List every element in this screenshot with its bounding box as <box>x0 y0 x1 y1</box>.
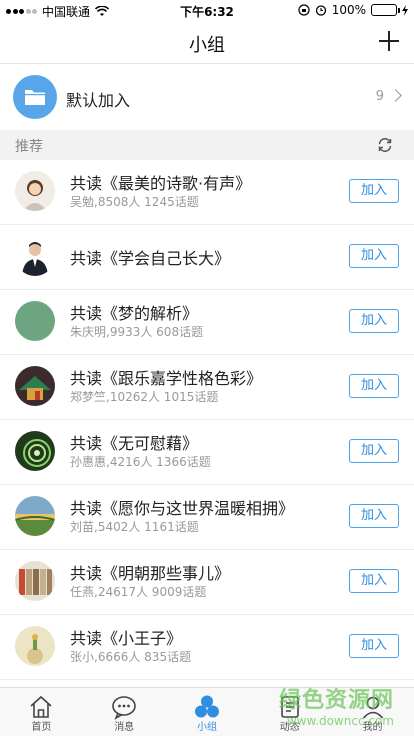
home-icon <box>30 695 52 718</box>
group-title: 共读《跟乐嘉学性格色彩》 <box>70 369 263 388</box>
nav-bar: 小组 <box>0 20 414 64</box>
refresh-icon[interactable] <box>376 136 394 154</box>
group-icon <box>194 695 219 718</box>
tab-messages[interactable]: 消息 <box>83 688 166 736</box>
join-button[interactable]: 加入 <box>349 309 399 333</box>
join-button[interactable]: 加入 <box>349 504 399 528</box>
avatar <box>15 496 55 536</box>
list-item[interactable]: 共读《学会自己长大》 加入 <box>0 225 414 290</box>
group-list: 共读《最美的诗歌·有声》 吴勉,8508人 1245话题 加入 共读《学会自己长… <box>0 160 414 680</box>
avatar <box>15 561 55 601</box>
join-button[interactable]: 加入 <box>349 374 399 398</box>
list-item[interactable]: 共读《无可慰藉》 孙惠惠,4216人 1366话题 加入 <box>0 420 414 485</box>
group-meta: 任燕,24617人 9009话题 <box>70 585 207 599</box>
page-title: 小组 <box>189 35 225 56</box>
list-item[interactable]: 共读《明朝那些事儿》 任燕,24617人 9009话题 加入 <box>0 550 414 615</box>
tab-feed[interactable]: 动态 <box>248 688 331 736</box>
status-bar: 中国联通 下午6:32 100% <box>0 0 414 20</box>
tab-label: 动态 <box>279 722 300 733</box>
tab-label: 小组 <box>196 722 217 733</box>
group-meta: 刘苗,5402人 1161话题 <box>70 520 199 534</box>
join-button[interactable]: 加入 <box>349 569 399 593</box>
tab-groups[interactable]: 小组 <box>166 688 249 736</box>
list-item[interactable]: 共读《愿你与这世界温暖相拥》 刘苗,5402人 1161话题 加入 <box>0 485 414 550</box>
group-title: 共读《小王子》 <box>70 629 183 648</box>
charging-icon <box>402 4 408 16</box>
default-joined-count: 9 <box>375 89 384 104</box>
tab-profile[interactable]: 我的 <box>331 688 414 736</box>
section-label: 推荐 <box>15 139 43 155</box>
list-item[interactable]: 共读《跟乐嘉学性格色彩》 郑梦竺,10262人 1015话题 加入 <box>0 355 414 420</box>
group-meta: 吴勉,8508人 1245话题 <box>70 195 199 209</box>
tab-label: 我的 <box>362 722 383 733</box>
group-meta: 孙惠惠,4216人 1366话题 <box>70 455 211 469</box>
group-title: 共读《无可慰藉》 <box>70 434 199 453</box>
avatar <box>15 236 55 276</box>
group-title: 共读《学会自己长大》 <box>70 249 231 268</box>
tab-label: 消息 <box>114 722 135 733</box>
default-joined-row[interactable]: 默认加入 9 <box>0 65 414 129</box>
tab-home[interactable]: 首页 <box>0 688 83 736</box>
section-header-recommended: 推荐 <box>0 130 414 160</box>
battery-percent: 100% <box>331 3 366 17</box>
group-title: 共读《愿你与这世界温暖相拥》 <box>70 499 295 518</box>
list-item[interactable]: 共读《小王子》 张小,6666人 835话题 加入 <box>0 615 414 680</box>
list-item[interactable]: 共读《最美的诗歌·有声》 吴勉,8508人 1245话题 加入 <box>0 160 414 225</box>
avatar <box>15 171 55 211</box>
message-icon <box>112 696 136 720</box>
avatar <box>15 626 55 666</box>
avatar <box>15 301 55 341</box>
battery-icon <box>371 4 400 16</box>
alarm-icon <box>315 5 326 16</box>
list-item[interactable]: 共读《梦的解析》 朱庆明,9933人 608话题 加入 <box>0 290 414 355</box>
group-meta: 郑梦竺,10262人 1015话题 <box>70 390 219 404</box>
join-button[interactable]: 加入 <box>349 634 399 658</box>
profile-icon <box>362 696 383 719</box>
plus-icon[interactable] <box>376 28 402 54</box>
join-button[interactable]: 加入 <box>349 439 399 463</box>
tab-label: 首页 <box>31 722 52 733</box>
join-button[interactable]: 加入 <box>349 244 399 268</box>
group-title: 共读《明朝那些事儿》 <box>70 564 231 583</box>
join-button[interactable]: 加入 <box>349 179 399 203</box>
orientation-lock-icon <box>298 4 310 16</box>
group-meta: 张小,6666人 835话题 <box>70 650 192 664</box>
avatar <box>15 366 55 406</box>
feed-icon <box>280 696 299 718</box>
default-joined-label: 默认加入 <box>66 91 131 110</box>
group-title: 共读《梦的解析》 <box>70 304 199 323</box>
avatar <box>15 431 55 471</box>
status-right: 100% <box>298 3 408 17</box>
group-meta: 朱庆明,9933人 608话题 <box>70 325 204 339</box>
tab-bar: 首页 消息 小组 动态 我的 <box>0 687 414 736</box>
group-title: 共读《最美的诗歌·有声》 <box>70 174 252 193</box>
folder-icon <box>13 75 57 119</box>
chevron-right-icon <box>389 89 402 102</box>
